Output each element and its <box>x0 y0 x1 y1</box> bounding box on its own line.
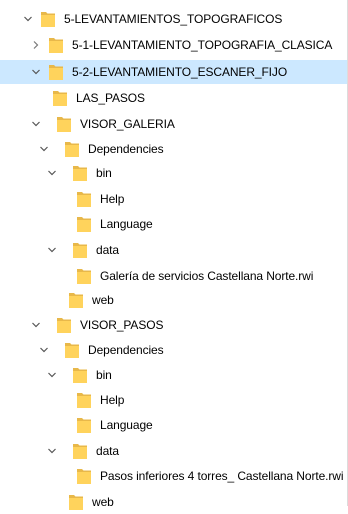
folder-icon <box>52 89 68 107</box>
chevron-down-icon[interactable] <box>28 60 44 84</box>
folder-icon <box>56 115 72 133</box>
folder-icon <box>72 164 88 182</box>
tree-item-label: Pasos inferiores 4 torres_ Castellana No… <box>100 469 344 483</box>
tree-item-label: data <box>96 243 119 257</box>
chevron-down-icon[interactable] <box>28 313 44 337</box>
tree-item-language[interactable]: Language <box>0 212 347 236</box>
tree-item-label: Galería de servicios Castellana Norte.rw… <box>100 269 314 283</box>
folder-icon <box>40 10 56 28</box>
folder-icon <box>56 316 72 334</box>
tree-item-help[interactable]: Help <box>0 388 347 412</box>
tree-item-label: 5-LEVANTAMIENTOS_TOPOGRAFICOS <box>64 12 283 26</box>
chevron-down-icon[interactable] <box>36 137 52 161</box>
chevron-down-icon[interactable] <box>44 161 60 185</box>
folder-icon <box>68 291 84 309</box>
folder-icon <box>76 190 92 208</box>
chevron-down-icon[interactable] <box>28 112 44 136</box>
chevron-right-icon[interactable] <box>28 33 44 57</box>
tree-item-label: bin <box>96 368 112 382</box>
tree-item-language[interactable]: Language <box>0 413 347 437</box>
folder-icon <box>72 366 88 384</box>
tree-item-5-levantamientos-topograficos[interactable]: 5-LEVANTAMIENTOS_TOPOGRAFICOS <box>0 7 347 31</box>
folder-icon <box>64 140 80 158</box>
tree-item-label: Dependencies <box>88 142 164 156</box>
tree-item-visor-pasos[interactable]: VISOR_PASOS <box>0 313 347 337</box>
chevron-down-icon[interactable] <box>44 238 60 262</box>
chevron-down-icon[interactable] <box>20 7 36 31</box>
tree-item-data[interactable]: data <box>0 439 347 463</box>
folder-icon <box>48 63 64 81</box>
folder-icon <box>72 241 88 259</box>
tree-item-web[interactable]: web <box>0 490 347 514</box>
folder-icon <box>76 467 92 485</box>
folder-icon <box>76 391 92 409</box>
tree-item-label: Help <box>100 192 125 206</box>
tree-item-pasos-rwi[interactable]: Pasos inferiores 4 torres_ Castellana No… <box>0 464 347 488</box>
tree-item-label: Help <box>100 393 125 407</box>
tree-item-galeria-rwi[interactable]: Galería de servicios Castellana Norte.rw… <box>0 264 347 288</box>
chevron-down-icon[interactable] <box>44 363 60 387</box>
tree-item-label: web <box>92 495 114 509</box>
tree-item-label: LAS_PASOS <box>76 91 145 105</box>
tree-item-visor-galeria[interactable]: VISOR_GALERIA <box>0 112 347 136</box>
tree-item-label: data <box>96 444 119 458</box>
tree-item-label: VISOR_GALERIA <box>80 117 175 131</box>
tree-item-web[interactable]: web <box>0 288 347 312</box>
folder-icon <box>76 215 92 233</box>
folder-icon <box>68 493 84 511</box>
tree-item-dependencies[interactable]: Dependencies <box>0 137 347 161</box>
tree-item-las-pasos[interactable]: LAS_PASOS <box>0 86 347 110</box>
tree-item-label: Dependencies <box>88 343 164 357</box>
tree-item-label: 5-1-LEVANTAMIENTO_TOPOGRAFIA_CLASICA <box>72 38 333 52</box>
tree-item-data[interactable]: data <box>0 238 347 262</box>
tree-item-5-2-levantamiento-escaner-fijo[interactable]: 5-2-LEVANTAMIENTO_ESCANER_FIJO <box>0 60 347 84</box>
tree-item-label: Language <box>100 418 153 432</box>
folder-icon <box>64 341 80 359</box>
tree-item-label: Language <box>100 217 153 231</box>
folder-icon <box>72 442 88 460</box>
tree-item-label: bin <box>96 166 112 180</box>
chevron-down-icon[interactable] <box>44 439 60 463</box>
tree-item-label: web <box>92 293 114 307</box>
tree-item-label: 5-2-LEVANTAMIENTO_ESCANER_FIJO <box>72 65 288 79</box>
folder-tree[interactable]: 5-LEVANTAMIENTOS_TOPOGRAFICOS 5-1-LEVANT… <box>0 0 348 510</box>
folder-icon <box>76 267 92 285</box>
tree-item-bin[interactable]: bin <box>0 161 347 185</box>
folder-icon <box>48 36 64 54</box>
tree-item-bin[interactable]: bin <box>0 363 347 387</box>
tree-item-5-1-levantamiento-topografia-clasica[interactable]: 5-1-LEVANTAMIENTO_TOPOGRAFIA_CLASICA <box>0 33 347 57</box>
tree-item-dependencies[interactable]: Dependencies <box>0 338 347 362</box>
chevron-down-icon[interactable] <box>36 338 52 362</box>
tree-item-label: VISOR_PASOS <box>80 318 164 332</box>
folder-icon <box>76 416 92 434</box>
tree-item-help[interactable]: Help <box>0 187 347 211</box>
